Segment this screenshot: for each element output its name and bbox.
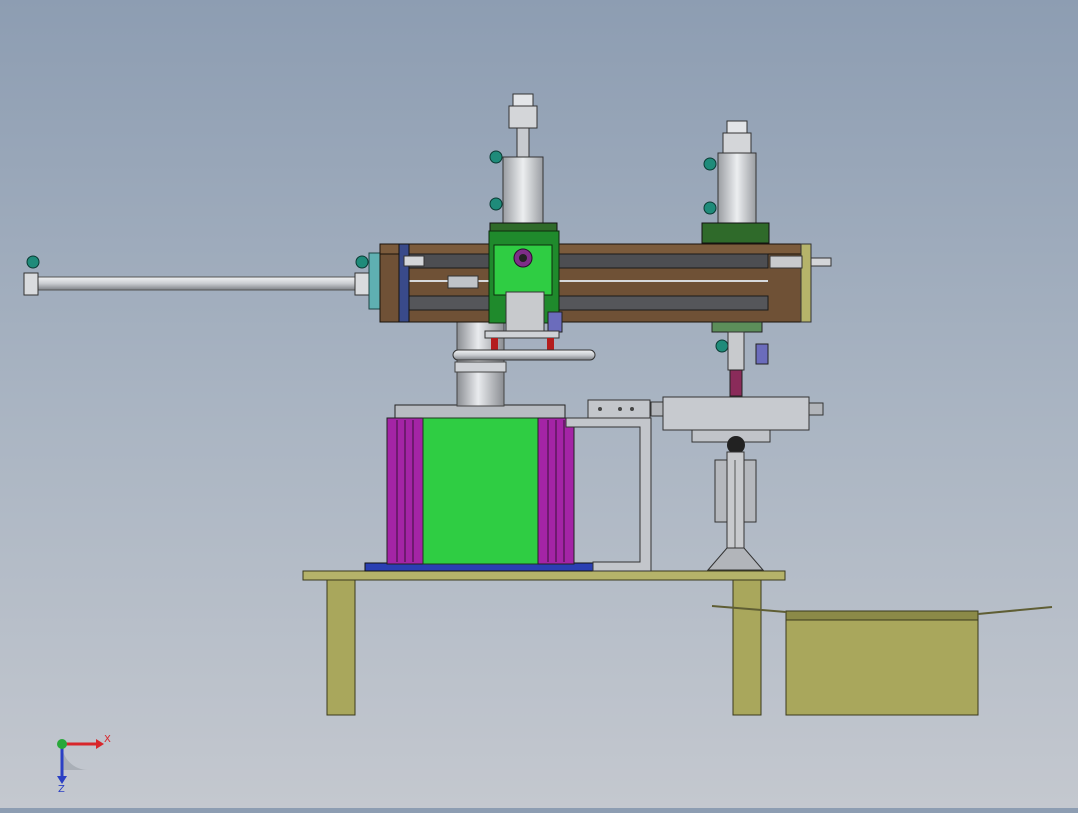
collection-bin (711, 605, 1053, 716)
table-leg-left (326, 579, 356, 716)
side-bracket (565, 417, 652, 572)
left-vertical-cylinder (489, 93, 558, 236)
bin-flap-right (977, 606, 1053, 615)
table-leg-right (732, 579, 762, 716)
lift-base (364, 399, 652, 572)
right-feeder (650, 396, 824, 571)
right-vertical-cylinder (701, 120, 770, 244)
right-cylinder-body (717, 152, 757, 224)
right-nozzle (729, 369, 743, 397)
linear-rail-beam (379, 243, 832, 323)
triad-origin-shadow (62, 744, 88, 770)
right-cylinder-port-top-icon (703, 157, 717, 171)
coordinate-triad: X Z (57, 734, 111, 795)
table-top (302, 570, 786, 581)
green-block (422, 417, 539, 565)
suction-plate (484, 330, 560, 339)
fitting-left-icon (26, 255, 40, 269)
right-cylinder-port-bottom-icon (703, 201, 717, 215)
top-cap-plate (394, 404, 566, 419)
pick-pad (452, 349, 596, 361)
x-axis-label: X (104, 734, 111, 745)
rail-slot-upper (407, 253, 769, 269)
left-cylinder-body (502, 156, 544, 224)
fitting-right-icon (355, 255, 369, 269)
left-cylinder-port-top-icon (489, 150, 503, 164)
rod-end-left (23, 272, 39, 296)
bin-rim (785, 610, 979, 621)
right-pick-head (711, 321, 769, 397)
left-gripper-block (505, 291, 545, 335)
rod-end-right (354, 272, 370, 296)
y-axis-dot (57, 739, 67, 749)
bin-body (785, 619, 979, 716)
horizontal-cylinder (662, 396, 810, 431)
rail-top-strip (379, 243, 811, 255)
post-foot (706, 547, 765, 571)
work-table (302, 570, 786, 716)
pivot-ball (727, 436, 745, 454)
assembly-drawing: X Z (23, 93, 1053, 795)
rail-slot-lower (407, 295, 769, 311)
rail-end-stop (769, 255, 803, 269)
left-cylinder-port-bottom-icon (489, 197, 503, 211)
column-collar (454, 361, 507, 373)
extension-rod (35, 276, 359, 291)
cad-viewport[interactable]: X Z (0, 0, 1078, 808)
extension-rod-assembly (23, 252, 405, 310)
z-axis-label: Z (58, 784, 65, 795)
